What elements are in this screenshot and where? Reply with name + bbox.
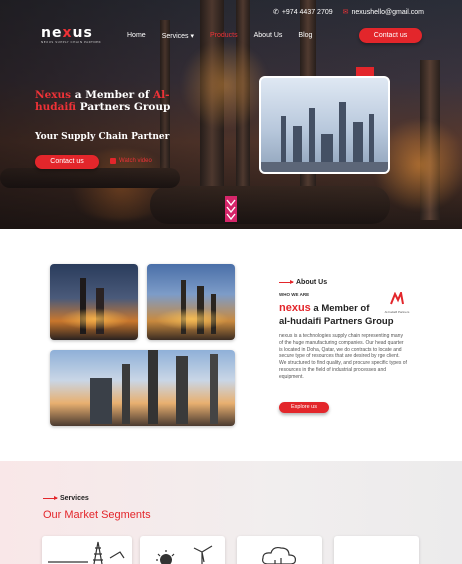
nav-products[interactable]: Products	[210, 32, 238, 40]
logo-text-a: ne	[41, 25, 63, 41]
oil-rig-icon	[48, 541, 125, 564]
hero-title: Nexus a Member of Al-hudaifi Partners Gr…	[35, 89, 205, 113]
hero-title-brand: Nexus	[35, 89, 72, 101]
about-image-wide-plant	[50, 350, 235, 426]
logo-tagline: NEXUS SUPPLY CHAIN PARTNER	[41, 40, 102, 44]
services-label-text: Services	[60, 495, 89, 502]
segment-card-cloud[interactable]	[237, 536, 322, 564]
about-image-night-refinery	[50, 264, 138, 340]
hero-title-mid: a Member of	[71, 89, 154, 101]
hero-refinery-image	[259, 76, 390, 174]
partner-logo-mark	[390, 289, 404, 305]
about-image-sunset-plant	[147, 264, 235, 340]
phone-text: +974 4437 2709	[281, 8, 333, 16]
who-we-are: WHO WE ARE	[279, 292, 310, 297]
about-body: nexus is a technologies supply chain rep…	[279, 333, 407, 380]
segment-card-other[interactable]	[334, 536, 419, 564]
email-link[interactable]: ✉ nexushello@gmail.com	[342, 8, 424, 17]
logo-text-c: us	[72, 25, 93, 41]
about-heading-group: al-hudaifi Partners Group	[279, 316, 394, 327]
watch-video-link[interactable]: Watch video	[110, 158, 152, 164]
email-text: nexushello@gmail.com	[351, 8, 424, 16]
logo[interactable]: nexus NEXUS SUPPLY CHAIN PARTNER	[41, 25, 101, 44]
about-label-text: About Us	[296, 279, 328, 286]
services-section-label: Services	[43, 495, 89, 502]
cloud-icon	[262, 546, 296, 564]
nav-home[interactable]: Home	[127, 32, 146, 40]
about-section-label: About Us	[279, 279, 327, 286]
watch-video-label: Watch video	[119, 158, 152, 164]
nav-about[interactable]: About Us	[254, 32, 283, 40]
hero-title-end: Partners Group	[76, 101, 171, 113]
partner-logo-text: Al-hudaifi Partners	[384, 310, 410, 314]
arrow-right-icon	[279, 280, 294, 284]
about-heading-brand: nexus	[279, 302, 311, 314]
segment-card-renewable[interactable]	[140, 536, 225, 564]
mail-icon: ✉	[342, 9, 349, 16]
phone-icon: ✆	[272, 9, 279, 16]
segment-card-oil-gas[interactable]	[42, 536, 132, 564]
about-heading-mid: a Member of	[310, 303, 370, 314]
segments-heading: Our Market Segments	[43, 509, 151, 521]
hero-section: ✆ +974 4437 2709 ✉ nexushello@gmail.com ne…	[0, 0, 462, 229]
hero-subtitle: Your Supply Chain Partner	[35, 132, 170, 142]
arrow-right-icon	[43, 496, 58, 500]
topbar: ✆ +974 4437 2709 ✉ nexushello@gmail.com	[272, 8, 424, 17]
main-nav: Home Services ▾ Products About Us Blog	[127, 32, 312, 40]
nav-services[interactable]: Services ▾	[162, 32, 194, 40]
sun-wind-icon	[156, 545, 213, 564]
phone-link[interactable]: ✆ +974 4437 2709	[272, 8, 333, 17]
nav-blog[interactable]: Blog	[298, 32, 312, 40]
explore-button[interactable]: Explore us	[279, 402, 329, 413]
scroll-down-icon[interactable]	[225, 196, 237, 222]
hero-contact-button[interactable]: Contact us	[35, 155, 99, 169]
logo-text-b: x	[62, 25, 73, 41]
partner-logo: Al-hudaifi Partners	[378, 289, 416, 314]
header-contact-button[interactable]: Contact us	[359, 28, 422, 43]
page: ✆ +974 4437 2709 ✉ nexushello@gmail.com ne…	[0, 0, 462, 564]
play-icon	[110, 158, 116, 164]
